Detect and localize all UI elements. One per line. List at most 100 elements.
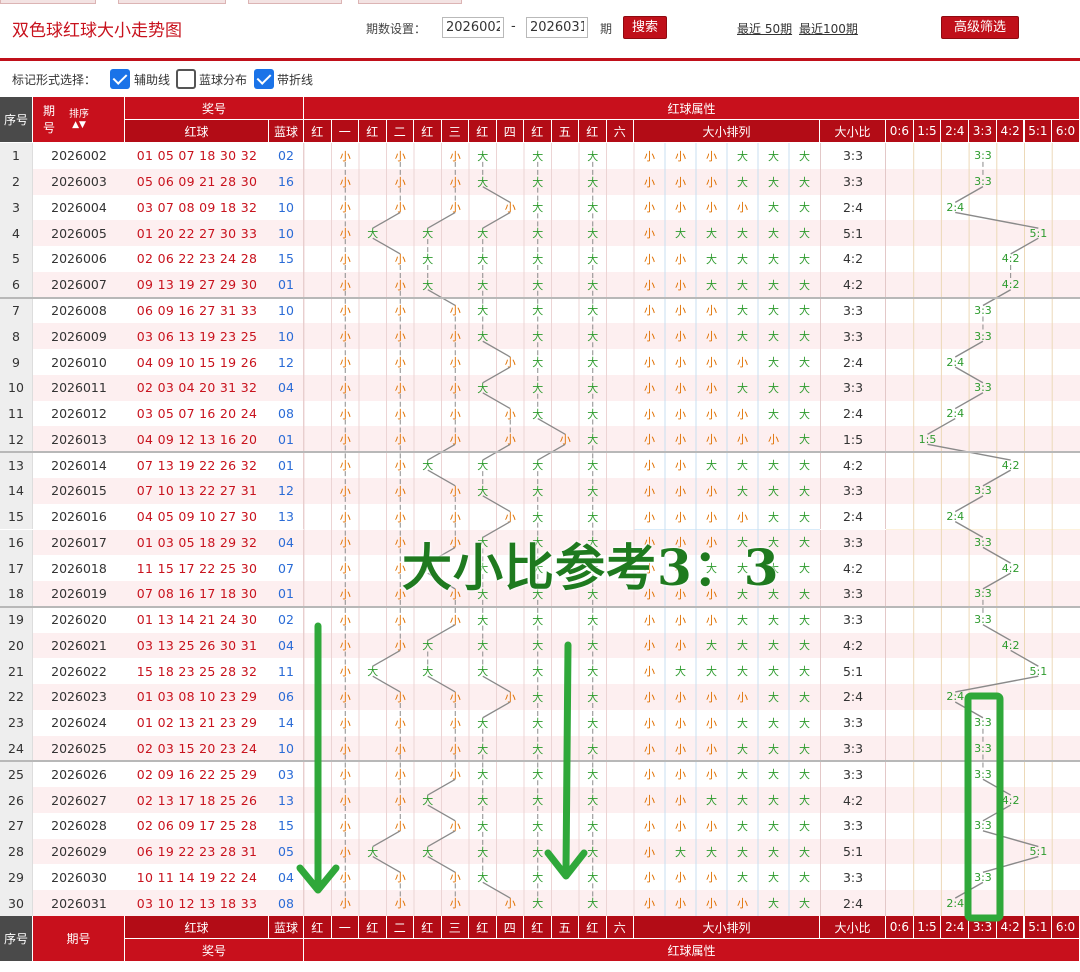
ratio-mark: 4:2 bbox=[1001, 793, 1020, 807]
rank-cell: 大 bbox=[799, 587, 810, 601]
position-attr-cell: 大 bbox=[477, 742, 489, 756]
position-attr-cell: 大 bbox=[367, 845, 379, 859]
position-attr-cell: 大 bbox=[587, 510, 599, 524]
position-attr-cell: 小 bbox=[449, 613, 461, 627]
position-attr-cell: 小 bbox=[394, 716, 406, 730]
rank-cell: 大 bbox=[768, 794, 779, 808]
blue-ball-cell: 15 bbox=[269, 812, 304, 839]
filter-header: 双色球红球大小走势图 期数设置： - 期 搜索 最近 50期 最近100期 高级… bbox=[0, 4, 1080, 52]
rank-cell: 小 bbox=[706, 330, 717, 344]
rank-cell: 小 bbox=[675, 510, 686, 524]
ratio-mark: 2:4 bbox=[946, 355, 965, 369]
red-balls-cell: 06 09 16 27 31 33 bbox=[136, 302, 258, 318]
table-row: 11 2026012 03 05 07 16 20 24 08 小 小 小 小 大 大 小 小 小 小 大 大… bbox=[0, 400, 1080, 427]
position-attr-cell: 小 bbox=[449, 819, 461, 833]
position-attr-cell: 大 bbox=[532, 149, 544, 163]
seq-cell: 14 bbox=[0, 477, 33, 504]
seq-cell: 5 bbox=[0, 246, 33, 272]
position-attr-cell: 大 bbox=[532, 407, 544, 421]
rank-cell: 小 bbox=[675, 201, 686, 215]
blue-ball-cell: 05 bbox=[269, 838, 304, 865]
ratio-mark: 3:3 bbox=[974, 819, 992, 833]
position-attr-cell: 大 bbox=[477, 149, 489, 163]
ratio-col-header: 4:2 bbox=[996, 120, 1025, 143]
blue-ball-cell: 04 bbox=[269, 529, 304, 556]
rank-cell: 小 bbox=[706, 690, 717, 704]
ratio-col-header: 6:0 bbox=[1052, 120, 1080, 143]
rank-cell: 大 bbox=[768, 175, 779, 189]
search-button[interactable]: 搜索 bbox=[623, 16, 667, 39]
advanced-filter-button[interactable]: 高级筛选 bbox=[941, 16, 1019, 39]
position-attr-cell: 小 bbox=[339, 484, 351, 498]
page-title: 双色球红球大小走势图 bbox=[12, 21, 182, 41]
table-row: 10 2026011 02 03 04 20 31 32 04 小 小 小 大 大 大 小 小 小 大 大 大… bbox=[0, 374, 1080, 401]
ratio-col-footer: 3:3 bbox=[969, 916, 997, 939]
position-attr-cell: 大 bbox=[532, 768, 544, 782]
rank-cell: 大 bbox=[737, 330, 748, 344]
marker-label: 标记形式选择： bbox=[12, 73, 97, 87]
rank-cell: 大 bbox=[675, 845, 686, 859]
issue-cell: 2026010 bbox=[51, 354, 107, 370]
rank-cell: 大 bbox=[737, 381, 748, 395]
rank-cell: 大 bbox=[768, 613, 779, 627]
polyline-checkbox[interactable] bbox=[254, 69, 274, 89]
position-attr-cell: 小 bbox=[339, 716, 351, 730]
footer-issue: 期号 bbox=[33, 916, 125, 962]
position-attr-cell: 大 bbox=[532, 330, 544, 344]
footer-prize: 奖号 bbox=[125, 939, 304, 962]
rank-header: 大小排列 bbox=[634, 120, 820, 143]
recent-50-link[interactable]: 最近 50期 bbox=[737, 20, 792, 37]
period-from-input[interactable] bbox=[442, 17, 504, 38]
red-balls-cell: 01 03 08 10 23 29 bbox=[136, 689, 258, 705]
table-row: 3 2026004 03 07 08 09 18 32 10 小小小小大大小小小小大大 2… bbox=[0, 194, 1080, 221]
issue-header[interactable]: 期 号 排序 ▲▼ bbox=[33, 97, 125, 143]
blue-ball-cell: 01 bbox=[269, 581, 304, 607]
position-attr-cell: 小 bbox=[339, 407, 351, 421]
rank-cell: 小 bbox=[675, 149, 686, 163]
rank-cell: 大 bbox=[737, 819, 748, 833]
rank-cell: 小 bbox=[675, 330, 686, 344]
position-attr-cell: 大 bbox=[587, 227, 599, 241]
blue-dist-checkbox[interactable] bbox=[176, 69, 196, 89]
rank-cell: 大 bbox=[706, 794, 717, 808]
sort-arrows-icon[interactable]: ▲▼ bbox=[72, 120, 86, 131]
position-attr-cell: 大 bbox=[587, 639, 599, 653]
ratio-cell: 3:3 bbox=[820, 374, 886, 401]
rank-cell: 大 bbox=[799, 484, 810, 498]
ratio-mark: 3:3 bbox=[974, 329, 992, 343]
position-attr-cell: 小 bbox=[339, 227, 351, 241]
sort-label[interactable]: 排序 bbox=[69, 109, 89, 120]
seq-cell: 28 bbox=[0, 838, 33, 865]
position-attr-cell: 大 bbox=[477, 330, 489, 344]
seq-cell: 2 bbox=[0, 168, 33, 195]
position-col-header: 五 bbox=[551, 120, 579, 143]
rank-cell: 大 bbox=[737, 484, 748, 498]
rank-cell: 大 bbox=[737, 794, 748, 808]
seq-cell: 3 bbox=[0, 194, 33, 221]
ratio-mark: 5:1 bbox=[1029, 664, 1048, 678]
issue-cell: 2026025 bbox=[51, 741, 107, 756]
rank-cell: 大 bbox=[706, 278, 717, 292]
aux-line-checkbox[interactable] bbox=[110, 69, 130, 89]
issue-cell: 2026020 bbox=[51, 612, 107, 628]
rank-cell: 大 bbox=[706, 227, 717, 241]
rank-cell: 大 bbox=[799, 201, 810, 215]
position-attr-cell: 小 bbox=[394, 897, 406, 911]
red-balls-cell: 02 03 15 20 23 24 bbox=[136, 741, 258, 756]
ratio-cell: 4:2 bbox=[820, 632, 886, 659]
position-attr-cell: 大 bbox=[477, 227, 489, 241]
recent-100-link[interactable]: 最近100期 bbox=[799, 20, 858, 37]
rank-cell: 大 bbox=[737, 252, 748, 266]
seq-cell: 17 bbox=[0, 555, 33, 582]
rank-cell: 小 bbox=[675, 768, 686, 782]
issue-cell: 2026030 bbox=[51, 869, 107, 885]
period-to-input[interactable] bbox=[526, 17, 588, 38]
rank-cell: 大 bbox=[799, 330, 810, 344]
ratio-cell: 2:4 bbox=[820, 503, 886, 530]
ratio-cell: 2:4 bbox=[820, 194, 886, 221]
rank-cell: 大 bbox=[799, 304, 810, 318]
position-attr-cell: 大 bbox=[532, 356, 544, 369]
position-attr-cell: 小 bbox=[449, 690, 461, 704]
ratio-mark: 3:3 bbox=[974, 149, 992, 163]
position-col-footer: 红 bbox=[469, 916, 497, 939]
